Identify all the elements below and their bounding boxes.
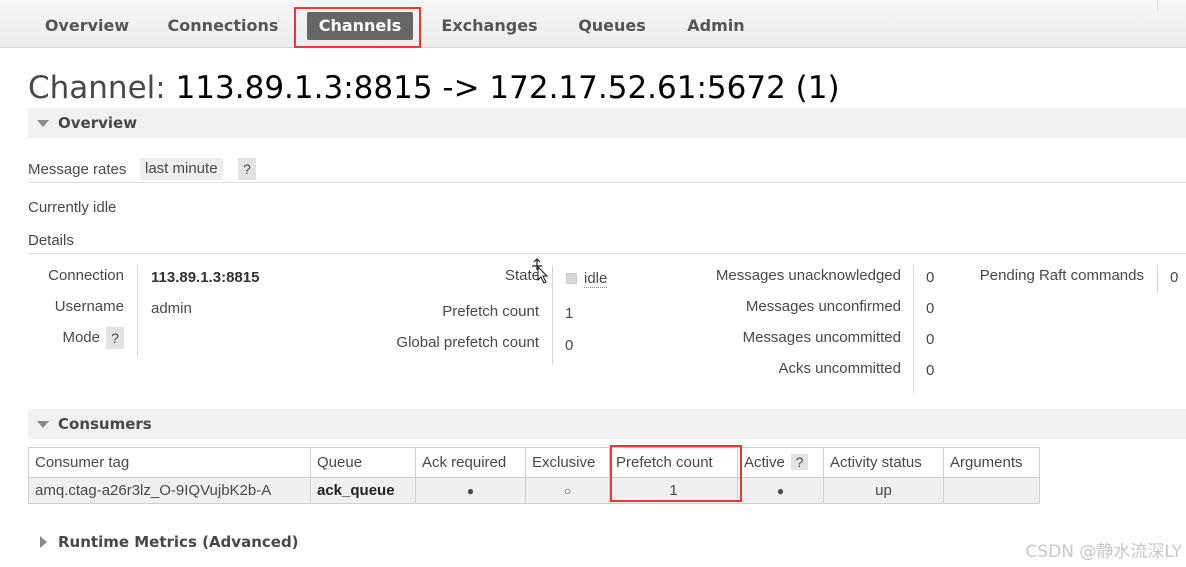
divider (28, 182, 1186, 183)
messages-unacknowledged-value: 0 (926, 269, 935, 286)
messages-uncommitted-label: Messages uncommitted (742, 329, 901, 346)
consumers-header-label: Consumers (58, 415, 152, 433)
column-divider (552, 265, 553, 365)
global-prefetch-count-label: Global prefetch count (396, 334, 539, 351)
table-row: amq.ctag-a26r3lz_O-9IQVujbK2b-A ack_queu… (28, 477, 1040, 504)
prefetch-count-label: Prefetch count (442, 303, 539, 320)
column-header-ack-required: Ack required (415, 447, 526, 478)
top-nav: Overview Connections Channels Exchanges … (0, 0, 1186, 48)
consumer-tag-cell: amq.ctag-a26r3lz_O-9IQVujbK2b-A (28, 477, 311, 504)
pending-raft-commands-label: Pending Raft commands (979, 267, 1144, 284)
page-title: Channel: 113.89.1.3:8815 -> 172.17.52.61… (28, 70, 840, 106)
page-title-prefix: Channel: (28, 70, 166, 106)
tab-connections[interactable]: Connections (164, 12, 282, 40)
column-divider (1157, 265, 1158, 293)
mode-label: Mode (62, 329, 100, 346)
overview-section-header[interactable]: Overview (28, 108, 1186, 138)
global-prefetch-count-value: 0 (565, 337, 574, 354)
collapse-arrow-icon (37, 120, 49, 127)
pending-raft-commands-value: 0 (1170, 269, 1179, 286)
column-header-consumer-tag: Consumer tag (28, 447, 311, 478)
column-header-arguments: Arguments (943, 447, 1040, 478)
connection-link[interactable]: 113.89.1.3:8815 (151, 269, 259, 286)
state-value: idle (584, 270, 608, 288)
messages-uncommitted-value: 0 (926, 331, 935, 348)
table-header-row: Consumer tag Queue Ack required Exclusiv… (28, 447, 1040, 478)
tab-channels[interactable]: Channels (307, 12, 413, 40)
acks-uncommitted-label: Acks uncommitted (778, 360, 901, 377)
tab-exchanges[interactable]: Exchanges (438, 12, 541, 40)
column-divider (913, 265, 914, 393)
consumers-section-header[interactable]: Consumers (28, 409, 1186, 439)
collapse-arrow-icon (37, 421, 49, 428)
state-idle-icon (566, 273, 577, 284)
activity-status-cell: up (823, 477, 944, 504)
details-label: Details (28, 232, 74, 249)
overview-header-label: Overview (58, 114, 138, 132)
column-header-prefetch-count: Prefetch count (609, 447, 738, 478)
messages-unacknowledged-label: Messages unacknowledged (715, 267, 901, 284)
message-rates-range-selector[interactable]: last minute (140, 158, 223, 180)
acks-uncommitted-value: 0 (926, 362, 935, 379)
prefetch-count-cell: 1 (609, 477, 738, 504)
active-header-label: Active (744, 454, 785, 471)
queue-link[interactable]: ack_queue (310, 477, 416, 504)
consumers-table: Consumer tag Queue Ack required Exclusiv… (28, 447, 1040, 504)
divider (28, 253, 1186, 254)
watermark: CSDN @静水流深LY (1025, 542, 1182, 562)
username-label: Username (54, 298, 124, 315)
expand-arrow-icon (40, 536, 47, 548)
runtime-metrics-header-label: Runtime Metrics (Advanced) (58, 533, 299, 551)
active-help-button[interactable]: ? (791, 454, 809, 470)
mode-help-button[interactable]: ? (106, 327, 124, 349)
column-header-active: Active ? (737, 447, 824, 478)
column-header-queue: Queue (310, 447, 416, 478)
arguments-cell (943, 477, 1040, 504)
column-divider (137, 265, 138, 357)
connection-label: Connection (48, 267, 124, 284)
column-header-exclusive: Exclusive (525, 447, 610, 478)
exclusive-hollow-dot-icon: ○ (525, 477, 610, 504)
message-rates-label: Message rates (28, 161, 127, 178)
prefetch-count-value: 1 (565, 305, 574, 322)
nav-divider (1157, 0, 1158, 10)
ack-required-filled-dot-icon: ● (415, 477, 526, 504)
tab-overview[interactable]: Overview (40, 12, 134, 40)
page-title-value: 113.89.1.3:8815 -> 172.17.52.61:5672 (1) (175, 70, 840, 106)
column-header-activity-status: Activity status (823, 447, 944, 478)
tab-queues[interactable]: Queues (572, 12, 652, 40)
active-filled-dot-icon: ● (737, 477, 824, 504)
messages-unconfirmed-label: Messages unconfirmed (745, 298, 901, 315)
move-cursor-icon (532, 258, 549, 284)
messages-unconfirmed-value: 0 (926, 300, 935, 317)
username-value: admin (151, 300, 192, 317)
tab-admin[interactable]: Admin (682, 12, 750, 40)
currently-idle-text: Currently idle (28, 199, 117, 216)
message-rates-help-button[interactable]: ? (238, 158, 256, 180)
runtime-metrics-section-header[interactable]: Runtime Metrics (Advanced) (28, 527, 1186, 557)
